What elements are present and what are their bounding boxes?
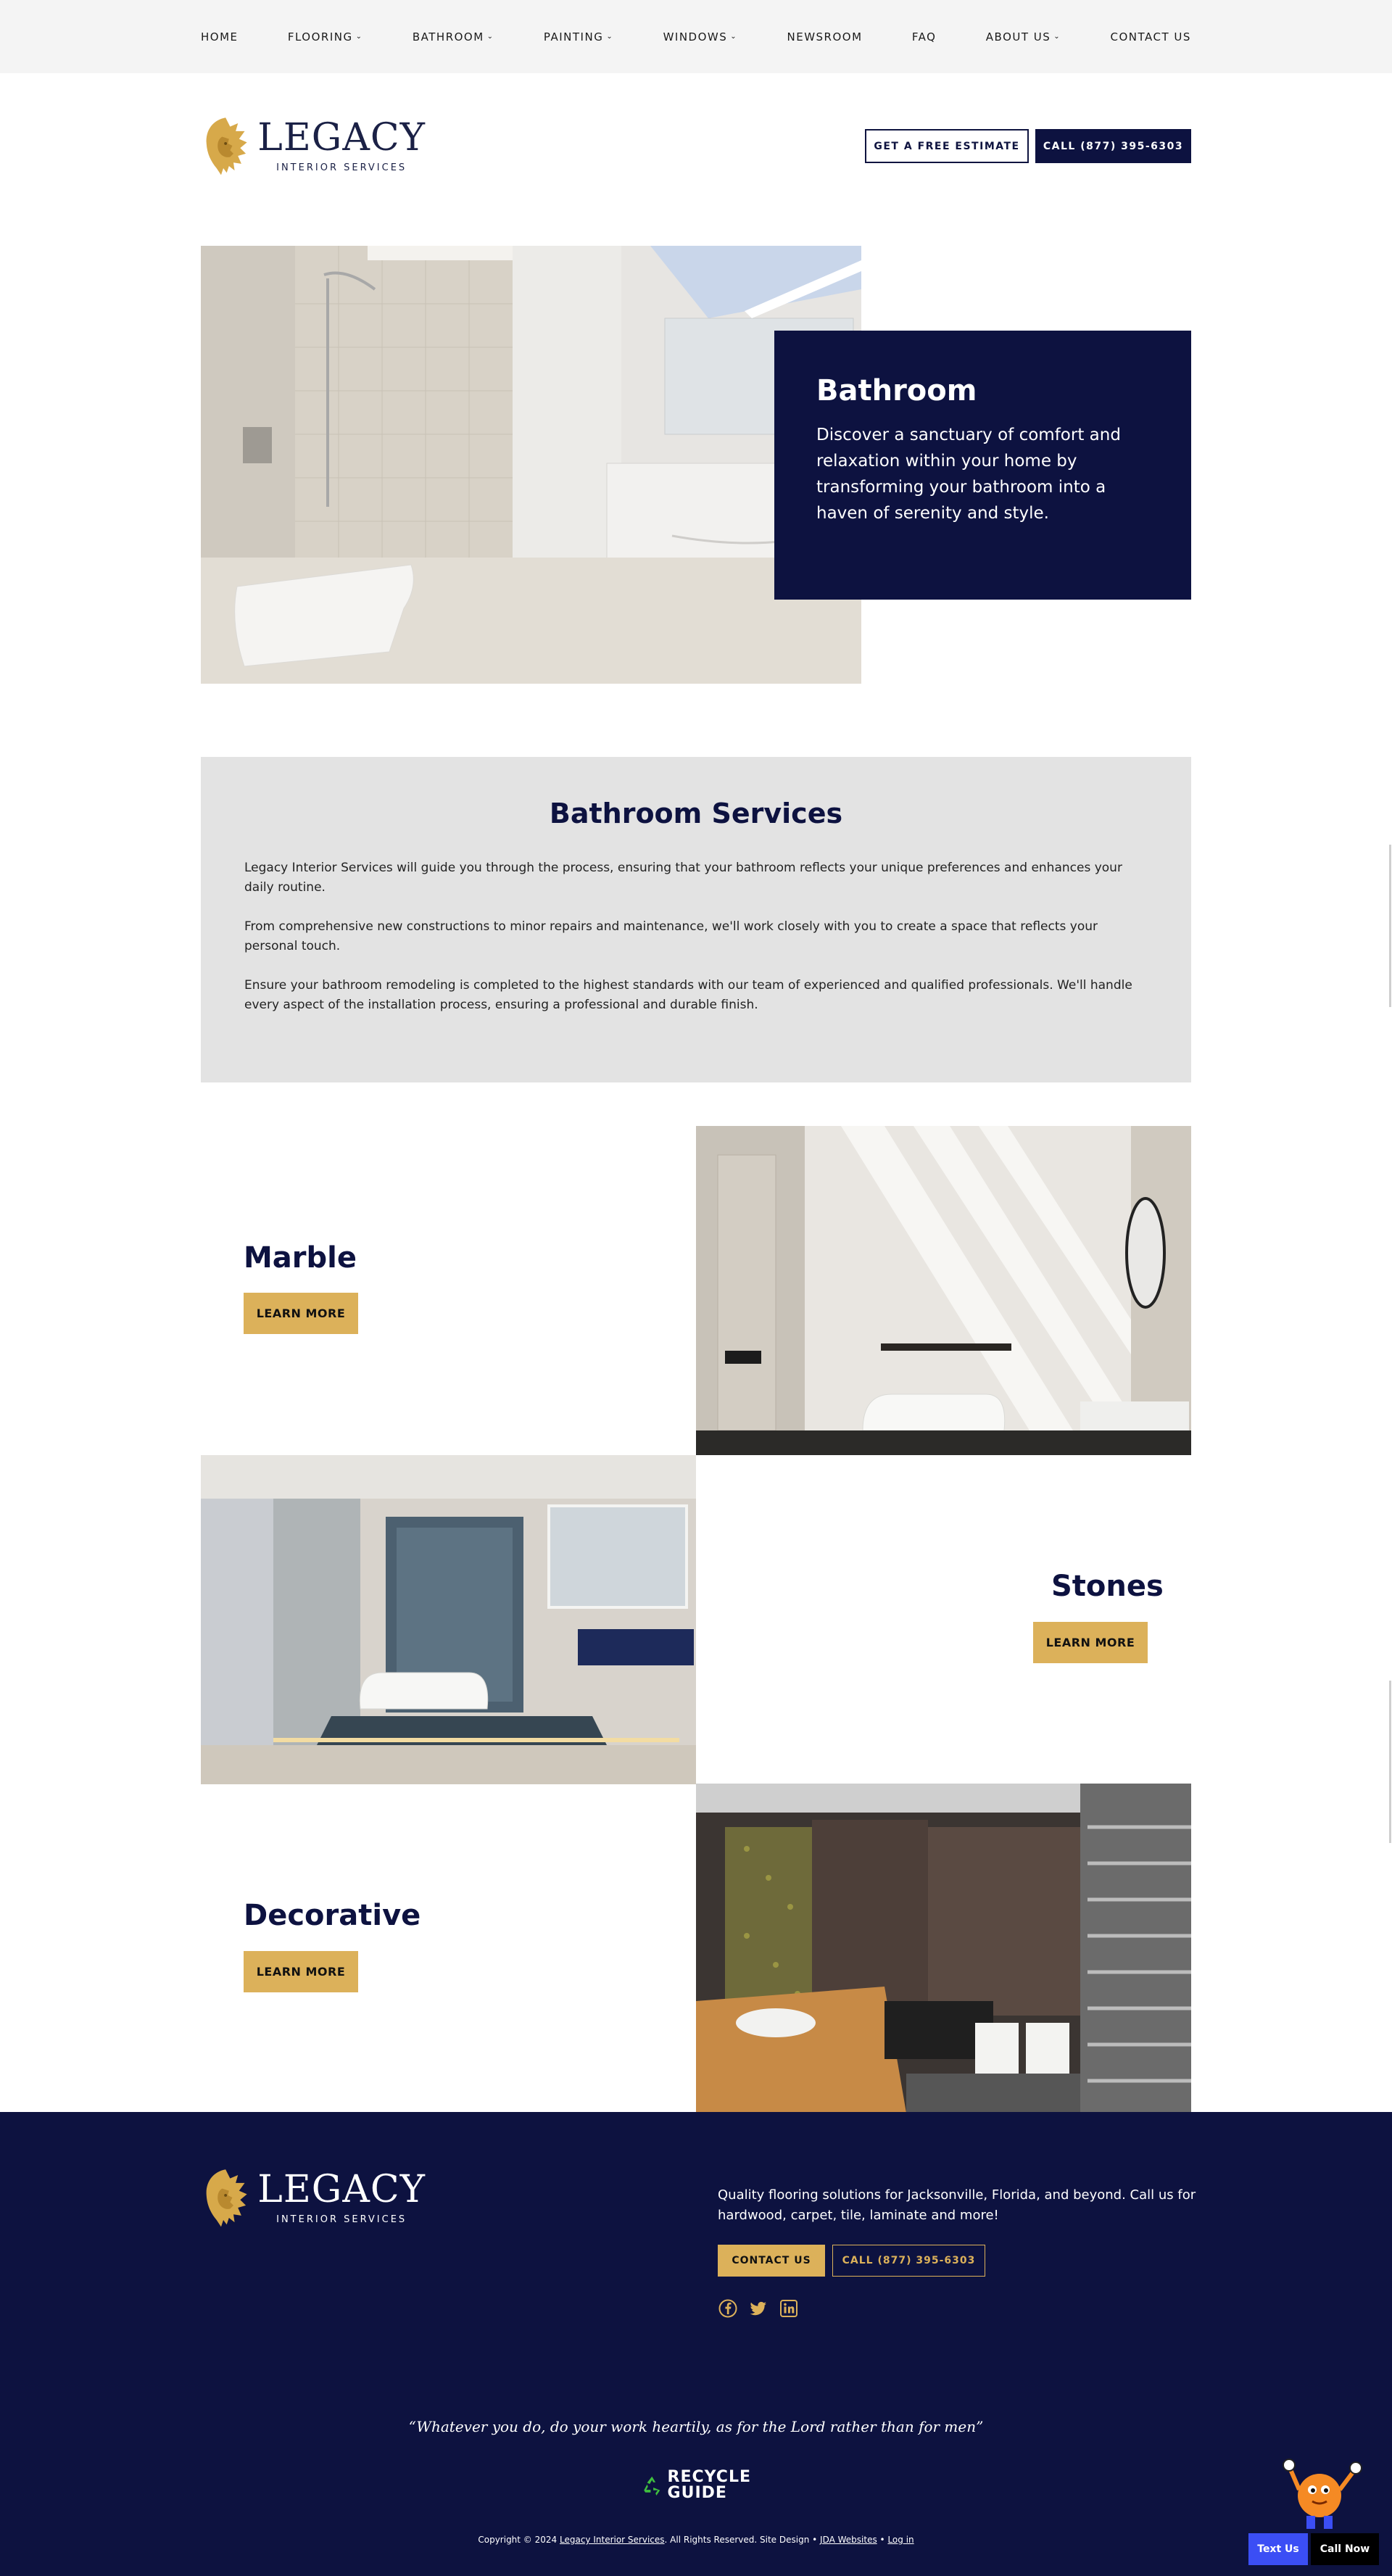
services-paragraph: From comprehensive new constructions to … bbox=[244, 919, 1098, 953]
nav-item-contact-us[interactable]: CONTACT US bbox=[1111, 30, 1191, 44]
nav-item-faq[interactable]: FAQ bbox=[912, 30, 937, 44]
jda-websites-link[interactable]: JDA Websites bbox=[820, 2535, 877, 2545]
recycle-icon bbox=[644, 2476, 660, 2496]
nav-item-painting[interactable]: PAINTING ⌄ bbox=[544, 30, 613, 44]
footer-logo-main-text: LEGACY bbox=[257, 2167, 426, 2211]
call-phone-button[interactable]: CALL (877) 395-6303 bbox=[1035, 129, 1191, 163]
decorative-learn-more-button[interactable]: LEARN MORE bbox=[244, 1951, 358, 1992]
top-navigation: HOME FLOORING ⌄ BATHROOM ⌄ PAINTING ⌄ WINDO… bbox=[0, 0, 1392, 73]
site-logo[interactable]: LEGACY INTERIOR SERVICES bbox=[201, 105, 426, 186]
chevron-down-icon: ⌄ bbox=[1053, 33, 1061, 41]
logo-wordmark: LEGACY INTERIOR SERVICES bbox=[257, 119, 426, 173]
hero-card: Bathroom Discover a sanctuary of comfort… bbox=[774, 331, 1191, 600]
nav-item-windows[interactable]: WINDOWS ⌄ bbox=[663, 30, 738, 44]
marble-bathroom-image bbox=[696, 1126, 1191, 1455]
recycle-guide-badge[interactable]: RECYCLE GUIDE bbox=[641, 2465, 751, 2506]
footer-contact-button[interactable]: CONTACT US bbox=[718, 2245, 825, 2277]
hero-bathroom-image bbox=[201, 246, 861, 684]
nav-item-newsroom[interactable]: NEWSROOM bbox=[787, 30, 863, 44]
hero-title: Bathroom bbox=[816, 374, 977, 407]
twitter-icon[interactable] bbox=[748, 2298, 768, 2319]
footer-logo[interactable]: LEGACY INTERIOR SERVICES bbox=[201, 2157, 426, 2238]
nav-list: HOME FLOORING ⌄ BATHROOM ⌄ PAINTING ⌄ WINDO… bbox=[201, 0, 1191, 73]
text-us-button[interactable]: Text Us bbox=[1248, 2533, 1308, 2565]
scrollbar-segment[interactable] bbox=[1389, 1681, 1391, 1843]
recycle-guide-text: RECYCLE GUIDE bbox=[667, 2468, 751, 2502]
services-paragraph: Legacy Interior Services will guide you … bbox=[244, 861, 1122, 895]
facebook-icon[interactable] bbox=[718, 2298, 738, 2319]
logo-sub-text: INTERIOR SERVICES bbox=[276, 162, 407, 173]
stones-bathroom-image bbox=[201, 1455, 696, 1784]
hero-description: Discover a sanctuary of comfort and rela… bbox=[816, 426, 1121, 523]
chevron-down-icon: ⌄ bbox=[355, 33, 363, 41]
nav-item-flooring[interactable]: FLOORING ⌄ bbox=[288, 30, 363, 44]
chevron-down-icon: ⌄ bbox=[606, 33, 614, 41]
social-links bbox=[718, 2298, 799, 2319]
marble-learn-more-button[interactable]: LEARN MORE bbox=[244, 1293, 358, 1334]
services-paragraph: Ensure your bathroom remodeling is compl… bbox=[244, 978, 1132, 1012]
services-title: Bathroom Services bbox=[549, 798, 843, 829]
nav-item-home[interactable]: HOME bbox=[201, 30, 239, 44]
stones-title: Stones bbox=[1051, 1570, 1164, 1603]
chevron-down-icon: ⌄ bbox=[730, 33, 738, 41]
nav-item-bathroom[interactable]: BATHROOM ⌄ bbox=[413, 30, 494, 44]
nav-item-about-us[interactable]: ABOUT US ⌄ bbox=[986, 30, 1061, 44]
chat-mascot-icon[interactable] bbox=[1280, 2448, 1367, 2532]
legacy-link[interactable]: Legacy Interior Services bbox=[560, 2535, 665, 2545]
scrollbar-segment[interactable] bbox=[1389, 845, 1391, 1007]
chevron-down-icon: ⌄ bbox=[486, 33, 494, 41]
linkedin-icon[interactable] bbox=[779, 2298, 799, 2319]
bathroom-services-section: Bathroom Services Legacy Interior Servic… bbox=[201, 757, 1191, 1082]
decorative-title: Decorative bbox=[244, 1899, 421, 1932]
decorative-bathroom-image bbox=[696, 1784, 1191, 2113]
stones-learn-more-button[interactable]: LEARN MORE bbox=[1033, 1622, 1148, 1663]
marble-title: Marble bbox=[244, 1241, 357, 1275]
footer-logo-wordmark: LEGACY INTERIOR SERVICES bbox=[257, 2171, 426, 2225]
copyright-line: Copyright © 2024 Legacy Interior Service… bbox=[478, 2535, 914, 2545]
lion-logo-icon bbox=[206, 2169, 247, 2227]
lion-logo-icon bbox=[206, 117, 247, 175]
login-link[interactable]: Log in bbox=[887, 2535, 914, 2545]
footer-quote: “Whatever you do, do your work heartily,… bbox=[408, 2418, 984, 2435]
call-now-button[interactable]: Call Now bbox=[1311, 2533, 1379, 2565]
free-estimate-button[interactable]: GET A FREE ESTIMATE bbox=[865, 129, 1029, 163]
footer-blurb: Quality flooring solutions for Jacksonvi… bbox=[718, 2187, 1196, 2223]
footer-call-button[interactable]: CALL (877) 395-6303 bbox=[832, 2245, 985, 2277]
footer-logo-sub-text: INTERIOR SERVICES bbox=[276, 2213, 407, 2225]
logo-main-text: LEGACY bbox=[257, 115, 426, 160]
